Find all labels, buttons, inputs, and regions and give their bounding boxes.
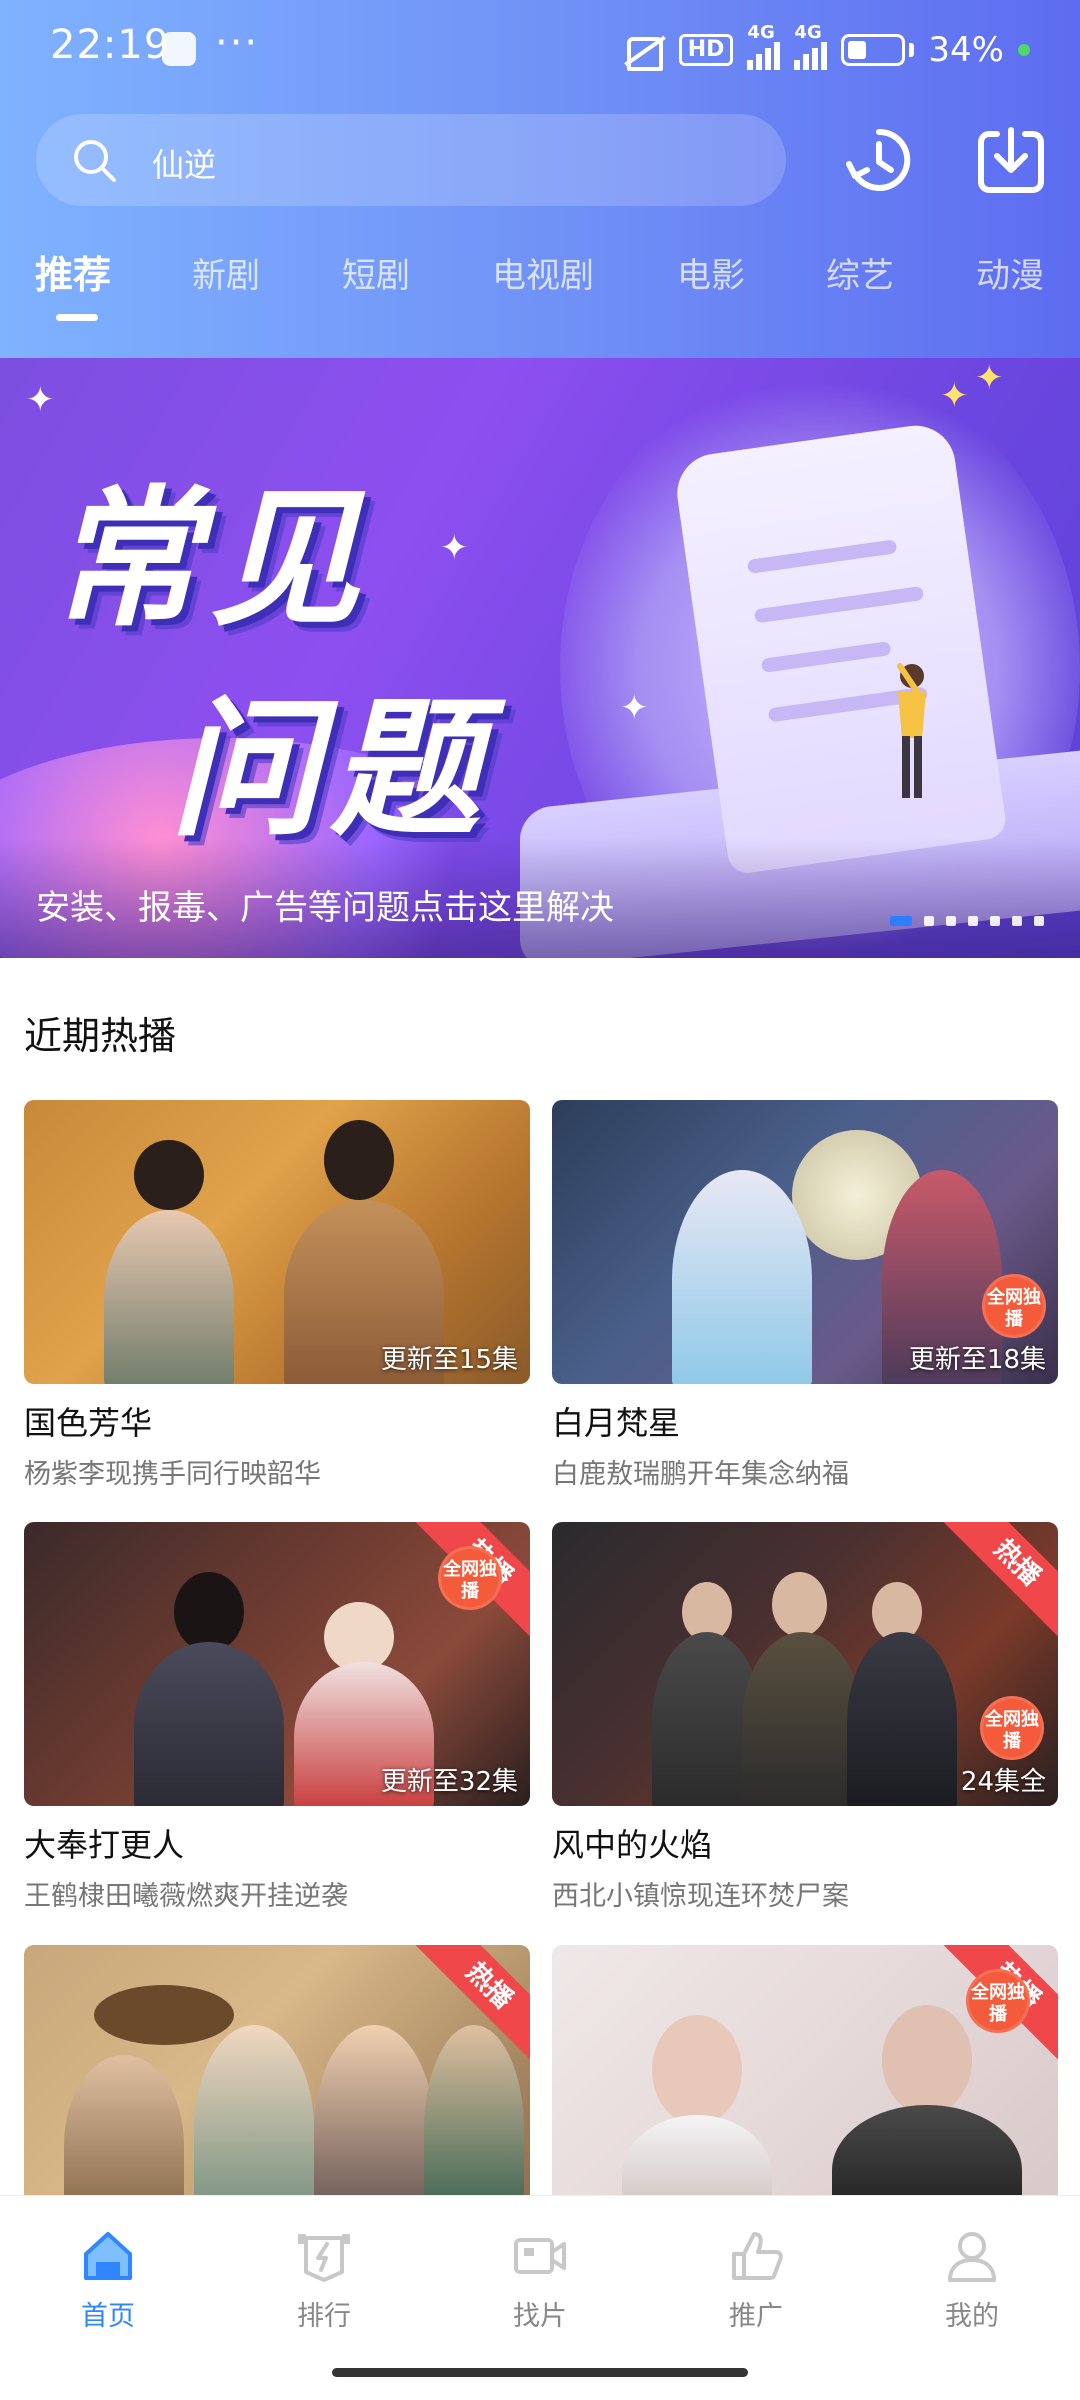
poster-image: 热播 bbox=[24, 1945, 530, 2229]
card-subtitle: 白鹿敖瑞鹏开年集念纳福 bbox=[552, 1459, 849, 1490]
nav-find[interactable]: 找片 bbox=[470, 2226, 610, 2333]
exclusive-stamp: 全网独播 bbox=[980, 1696, 1044, 1760]
episode-badge: 更新至15集 bbox=[380, 1345, 518, 1375]
card-title: 国色芳华 bbox=[24, 1404, 153, 1442]
poster-image: 全网独播 更新至18集 bbox=[552, 1100, 1058, 1384]
search-query: 仙逆 bbox=[152, 146, 217, 184]
sparkle-icon: ✦ bbox=[26, 380, 55, 420]
tab-variety[interactable]: 综艺 bbox=[826, 248, 894, 297]
drama-card[interactable]: 热播 bbox=[24, 1945, 530, 2229]
section-title: 近期热播 bbox=[24, 1014, 177, 1058]
history-icon[interactable] bbox=[843, 124, 915, 196]
tab-recommend[interactable]: 推荐 bbox=[35, 244, 111, 299]
poster-image: 热播 全网独播 更新至32集 bbox=[24, 1522, 530, 1806]
episode-badge: 更新至32集 bbox=[380, 1767, 518, 1797]
card-title: 大奉打更人 bbox=[24, 1826, 185, 1864]
poster-image: 热播 全网独播 24集全 bbox=[552, 1522, 1058, 1806]
tab-short-drama[interactable]: 短剧 bbox=[342, 248, 410, 297]
tab-anime[interactable]: 动漫 bbox=[976, 248, 1044, 297]
pagination-dot bbox=[968, 916, 978, 926]
category-tabs: 推荐 新剧 短剧 电视剧 电影 综艺 动漫 bbox=[0, 248, 1080, 328]
exclusive-stamp: 全网独播 bbox=[438, 1546, 502, 1610]
person-illustration bbox=[897, 663, 926, 798]
video-icon bbox=[514, 2238, 566, 2274]
signal-icon-2: 4G bbox=[794, 22, 828, 70]
status-icons: HD 4G 4G 34% bbox=[621, 22, 1030, 78]
pagination-dot bbox=[990, 916, 1000, 926]
charging-dot-icon bbox=[1018, 44, 1030, 56]
pagination-dot bbox=[924, 916, 934, 926]
faq-banner[interactable]: 常见 问题 ✦ ✦ ✦ ✦ ✦ 安装、报毒、广告等问题点击这里解决 bbox=[0, 358, 1080, 958]
user-icon bbox=[948, 2232, 996, 2282]
battery-percent: 34% bbox=[928, 30, 1004, 70]
download-icon[interactable] bbox=[975, 124, 1047, 196]
banner-title-line2: 问题 bbox=[170, 683, 491, 857]
signal-icon-1: 4G bbox=[747, 22, 781, 70]
notification-app-icon bbox=[162, 32, 196, 66]
nav-mine[interactable]: 我的 bbox=[902, 2226, 1042, 2333]
battery-icon bbox=[841, 34, 906, 66]
pagination-dot-active bbox=[890, 916, 912, 926]
banner-pagination bbox=[890, 916, 1044, 926]
drama-card[interactable]: 更新至15集 国色芳华 杨紫李现携手同行映韶华 bbox=[24, 1100, 530, 1491]
home-icon bbox=[84, 2232, 132, 2280]
card-title: 白月梵星 bbox=[552, 1404, 681, 1442]
poster-image: 热播 全网独播 bbox=[552, 1945, 1058, 2229]
status-time: 22:19 bbox=[50, 22, 171, 68]
tab-tv-series[interactable]: 电视剧 bbox=[492, 248, 594, 297]
drama-card[interactable]: 全网独播 更新至18集 白月梵星 白鹿敖瑞鹏开年集念纳福 bbox=[552, 1100, 1058, 1491]
episode-badge: 24集全 bbox=[960, 1767, 1046, 1797]
banner-caption: 安装、报毒、广告等问题点击这里解决 bbox=[36, 888, 614, 928]
hot-ribbon: 热播 bbox=[940, 1522, 1058, 1640]
poster-image: 更新至15集 bbox=[24, 1100, 530, 1384]
more-notifications-icon: ··· bbox=[215, 20, 260, 66]
pagination-dot bbox=[1034, 916, 1044, 926]
drama-card[interactable]: 热播 全网独播 bbox=[552, 1945, 1058, 2229]
nav-home[interactable]: 首页 bbox=[38, 2226, 178, 2333]
tab-movie[interactable]: 电影 bbox=[677, 248, 745, 297]
ranking-icon bbox=[298, 2234, 350, 2282]
active-tab-indicator bbox=[56, 314, 98, 321]
hd-icon: HD bbox=[678, 34, 734, 66]
nav-promote[interactable]: 推广 bbox=[686, 2226, 826, 2333]
banner-title-line1: 常见 bbox=[50, 473, 371, 647]
drama-card[interactable]: 热播 全网独播 24集全 风中的火焰 西北小镇惊现连环焚尸案 bbox=[552, 1522, 1058, 1913]
thumb-up-icon bbox=[732, 2232, 783, 2280]
nav-ranking[interactable]: 排行 bbox=[254, 2226, 394, 2333]
episode-badge: 更新至18集 bbox=[908, 1345, 1046, 1375]
status-bar: 22:19 ··· HD 4G 4G 34% bbox=[0, 0, 1080, 100]
search-icon bbox=[74, 140, 116, 182]
pagination-dot bbox=[946, 916, 956, 926]
home-indicator[interactable] bbox=[332, 2368, 748, 2377]
card-subtitle: 西北小镇惊现连环焚尸案 bbox=[552, 1881, 849, 1912]
search-input[interactable]: 仙逆 bbox=[36, 114, 786, 206]
card-subtitle: 杨紫李现携手同行映韶华 bbox=[24, 1459, 321, 1490]
tab-new-drama[interactable]: 新剧 bbox=[192, 248, 260, 297]
sparkle-icon: ✦ bbox=[620, 688, 649, 728]
scroll-illustration bbox=[672, 420, 1008, 876]
sparkle-icon: ✦ bbox=[440, 528, 469, 568]
sparkle-icon: ✦ bbox=[940, 376, 969, 416]
drama-card[interactable]: 热播 全网独播 更新至32集 大奉打更人 王鹤棣田曦薇燃爽开挂逆袭 bbox=[24, 1522, 530, 1913]
pagination-dot bbox=[1012, 916, 1022, 926]
header: 22:19 ··· HD 4G 4G 34% 仙逆 推荐 新剧 短剧 电视剧 电… bbox=[0, 0, 1080, 358]
exclusive-stamp: 全网独播 bbox=[982, 1274, 1046, 1338]
sparkle-icon: ✦ bbox=[975, 358, 1004, 398]
mute-icon bbox=[621, 31, 665, 71]
card-subtitle: 王鹤棣田曦薇燃爽开挂逆袭 bbox=[24, 1881, 348, 1912]
card-title: 风中的火焰 bbox=[552, 1826, 713, 1864]
exclusive-stamp: 全网独播 bbox=[966, 1969, 1030, 2033]
